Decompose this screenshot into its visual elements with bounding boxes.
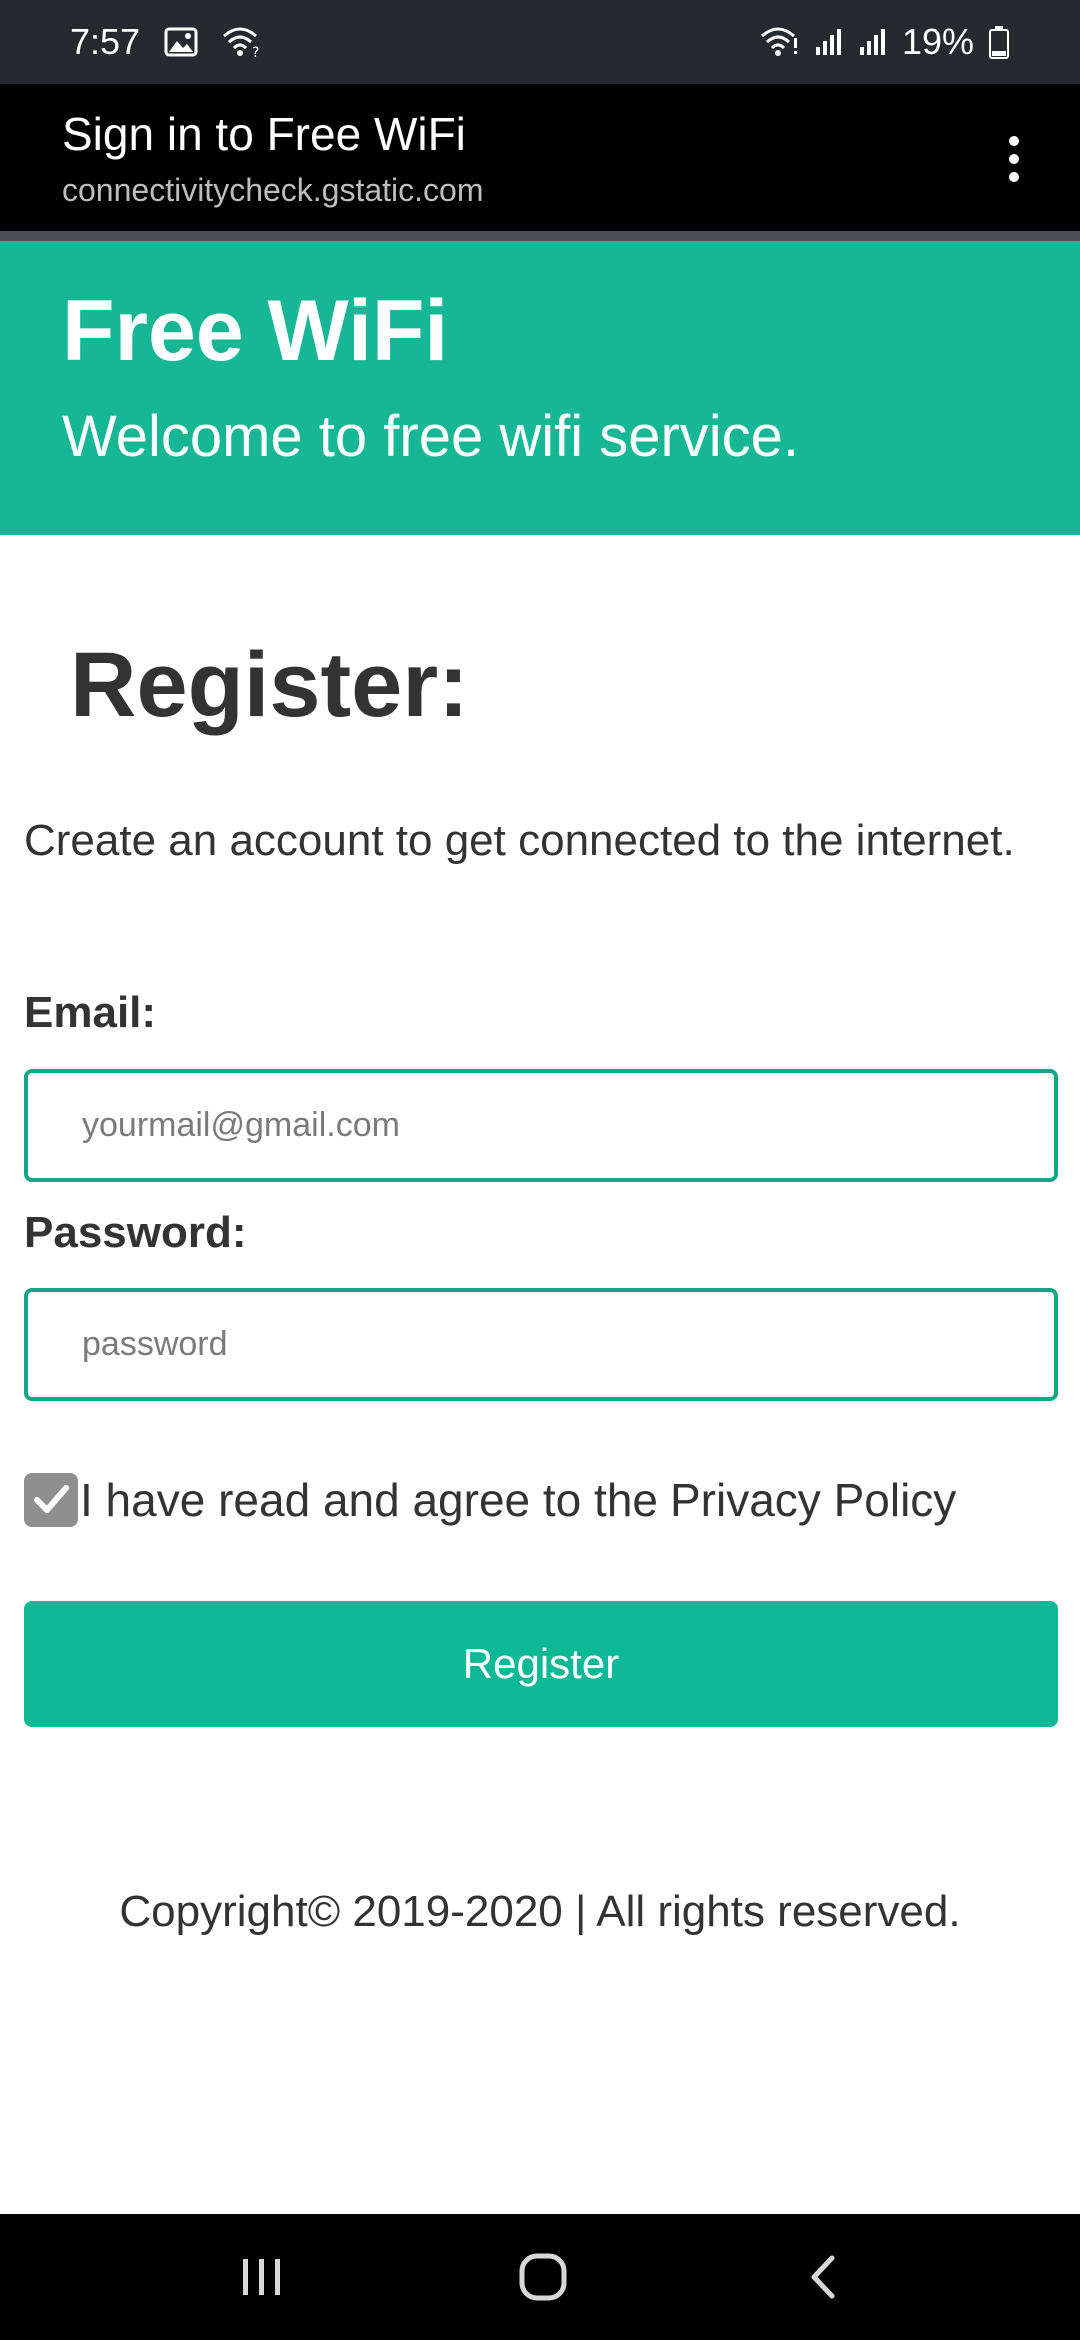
svg-text:?: ? <box>252 45 259 58</box>
status-time: 7:57 <box>70 21 141 62</box>
privacy-agree-row: I have read and agree to the Privacy Pol… <box>24 1470 956 1530</box>
home-icon <box>519 2253 567 2301</box>
app-bar: Sign in to Free WiFi connectivitycheck.g… <box>0 84 1080 231</box>
more-options-button[interactable] <box>982 122 1046 196</box>
recents-icon <box>243 2259 280 2295</box>
privacy-checkbox[interactable] <box>24 1473 78 1527</box>
battery-percent: 19% <box>901 21 974 62</box>
email-label: Email: <box>24 988 157 1037</box>
home-button[interactable] <box>483 2232 603 2322</box>
copyright-text: Copyright© 2019-2020 | All rights reserv… <box>119 1887 961 1936</box>
password-field[interactable] <box>24 1288 1058 1401</box>
banner-title: Free WiFi <box>62 283 449 379</box>
navigation-bar <box>0 2214 1080 2340</box>
checkmark-icon <box>34 1485 69 1513</box>
email-field[interactable] <box>24 1069 1058 1182</box>
back-icon <box>811 2255 835 2299</box>
battery-icon <box>988 25 1010 59</box>
app-title: Sign in to Free WiFi <box>62 108 466 160</box>
status-bar: 7:57 ? 19% <box>0 0 1080 84</box>
agree-text: I have read and agree to the <box>80 1474 658 1526</box>
signal-icon <box>858 27 888 57</box>
privacy-policy-link[interactable]: Privacy Policy <box>670 1470 956 1530</box>
page-title: Register: <box>70 634 469 736</box>
register-button[interactable]: Register <box>24 1601 1058 1727</box>
recents-button[interactable] <box>202 2232 322 2322</box>
signal-icon <box>814 27 844 57</box>
back-button[interactable] <box>764 2232 884 2322</box>
app-bar-divider <box>0 231 1080 241</box>
banner-subtitle: Welcome to free wifi service. <box>62 404 800 469</box>
wifi-question-icon: ? <box>222 26 262 58</box>
image-icon <box>164 27 198 57</box>
header-banner: Free WiFi Welcome to free wifi service. <box>0 241 1080 535</box>
app-url: connectivitycheck.gstatic.com <box>62 172 484 208</box>
wifi-icon <box>760 26 800 58</box>
intro-text: Create an account to get connected to th… <box>24 816 1015 865</box>
more-vert-icon <box>1009 136 1019 182</box>
password-label: Password: <box>24 1208 247 1257</box>
